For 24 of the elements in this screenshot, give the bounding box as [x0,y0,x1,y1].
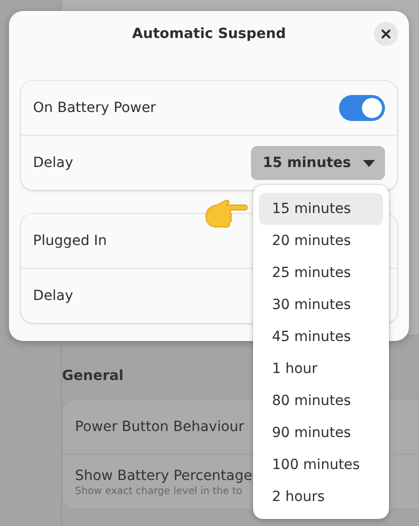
menu-option[interactable]: 15 minutes [259,193,383,225]
dialog-title: Automatic Suspend [132,26,286,42]
row-title: Power Button Behaviour [75,419,244,435]
menu-option[interactable]: 90 minutes [259,417,383,449]
menu-option[interactable]: 2 hours [259,481,383,513]
menu-option[interactable]: 20 minutes [259,225,383,257]
menu-option[interactable]: 80 minutes [259,385,383,417]
row-subtitle: Show exact charge level in the to [75,486,242,496]
menu-option[interactable]: 45 minutes [259,321,383,353]
dropdown-button[interactable]: 15 minutes [250,146,385,180]
close-button[interactable] [374,22,398,46]
menu-option[interactable]: 100 minutes [259,449,383,481]
menu-option[interactable]: 25 minutes [259,257,383,289]
row-label: Plugged In [33,233,107,249]
caret-icon [363,160,375,166]
row-label: Delay [33,155,74,171]
section-heading: General [62,368,125,384]
menu-option[interactable]: 30 minutes [259,289,383,321]
toggle-switch[interactable] [339,95,385,121]
row-label: On Battery Power [33,100,156,116]
row-title: Show Battery Percentage [75,468,252,484]
close-icon [381,29,391,39]
row-label: Delay [33,288,74,304]
menu-option[interactable]: 1 hour [259,353,383,385]
